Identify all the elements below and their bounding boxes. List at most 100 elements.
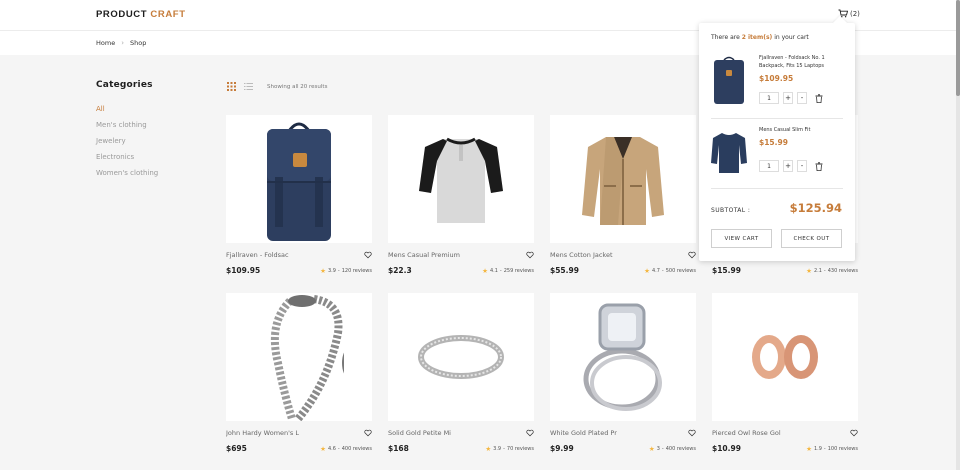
- trash-icon[interactable]: [815, 93, 823, 103]
- heart-icon[interactable]: [526, 429, 534, 437]
- decrement-button[interactable]: -: [797, 92, 807, 104]
- product-rating: ★ 4.7 - 500 reviews: [644, 266, 696, 275]
- product-image-jacket[interactable]: [550, 115, 696, 243]
- subtotal-label: SUBTOTAL :: [711, 207, 751, 214]
- product-card[interactable]: Mens Casual Premium $22.3 ★ 4.1 - 259 re…: [388, 115, 534, 275]
- product-name[interactable]: Mens Cotton Jacket: [550, 251, 613, 259]
- product-card[interactable]: Pierced Owl Rose Gol $10.99 ★ 1.9 - 100 …: [712, 293, 858, 453]
- heart-icon[interactable]: [364, 251, 372, 259]
- product-card[interactable]: Mens Cotton Jacket $55.99 ★ 4.7 - 500 re…: [550, 115, 696, 275]
- page-scrollbar[interactable]: [956, 0, 960, 470]
- review-count: 70 reviews: [506, 445, 534, 452]
- checkout-button[interactable]: CHECK OUT: [781, 229, 842, 248]
- product-image-raglan-shirt[interactable]: [388, 115, 534, 243]
- scrollbar-thumb[interactable]: [956, 0, 960, 96]
- brand-logo[interactable]: PRODUCT CRAFT: [96, 9, 186, 20]
- star-icon: ★: [644, 266, 650, 275]
- heart-icon[interactable]: [364, 429, 372, 437]
- rating-value: 3.9: [493, 445, 502, 452]
- increment-button[interactable]: +: [783, 160, 793, 172]
- subtotal-value: $125.94: [789, 201, 842, 215]
- product-price: $15.99: [712, 266, 741, 275]
- cart-item: Mens Casual Slim Fit $15.99 1 + -: [711, 127, 843, 181]
- product-name[interactable]: John Hardy Women's L: [226, 429, 299, 437]
- product-image-backpack[interactable]: [226, 115, 372, 243]
- product-rating: ★ 1.9 - 100 reviews: [806, 444, 858, 453]
- increment-button[interactable]: +: [783, 92, 793, 104]
- rating-value: 3: [656, 445, 660, 452]
- star-icon: ★: [806, 266, 812, 275]
- category-electronics[interactable]: Electronics: [96, 149, 158, 165]
- product-price: $695: [226, 444, 247, 453]
- product-name[interactable]: Fjallraven - Foldsac: [226, 251, 289, 259]
- product-image-diamond-ring[interactable]: [550, 293, 696, 421]
- quantity-value[interactable]: 1: [759, 92, 779, 104]
- product-image-plugs[interactable]: [712, 293, 858, 421]
- review-count: 259 reviews: [503, 267, 534, 274]
- chevron-right-icon: ›: [121, 39, 125, 47]
- star-icon: ★: [320, 266, 326, 275]
- cart-item-image-backpack: [711, 55, 747, 105]
- product-rating: ★ 4.1 - 259 reviews: [482, 266, 534, 275]
- view-toolbar: Showing all 20 results: [227, 82, 327, 91]
- review-count: 400 reviews: [665, 445, 696, 452]
- breadcrumb-current: Shop: [130, 39, 147, 47]
- product-image-ring[interactable]: [388, 293, 534, 421]
- cart-item-image-shirt: [711, 127, 747, 177]
- list-view-icon[interactable]: [244, 82, 253, 91]
- star-icon: ★: [648, 444, 655, 453]
- rating-value: 4.1: [489, 267, 498, 274]
- cart-item: Fjallraven - Foldsack No. 1 Backpack, Fi…: [711, 55, 843, 109]
- product-name[interactable]: Pierced Owl Rose Gol: [712, 429, 781, 437]
- product-card[interactable]: White Gold Plated Pr $9.99 ★ 3 - 400 rev…: [550, 293, 696, 453]
- product-price: $168: [388, 444, 409, 453]
- product-image-bracelet[interactable]: [226, 293, 372, 421]
- star-icon: ★: [485, 444, 492, 453]
- view-cart-button[interactable]: VIEW CART: [711, 229, 772, 248]
- breadcrumb: Home › Shop: [96, 39, 146, 47]
- category-mens-clothing[interactable]: Men's clothing: [96, 117, 158, 133]
- logo-primary: PRODUCT: [96, 9, 148, 20]
- breadcrumb-home[interactable]: Home: [96, 39, 115, 47]
- rating-value: 4.7: [651, 267, 660, 274]
- review-count: 430 reviews: [827, 267, 858, 274]
- product-card[interactable]: John Hardy Women's L $695 ★ 4.6 - 400 re…: [226, 293, 372, 453]
- quantity-value[interactable]: 1: [759, 160, 779, 172]
- product-rating: ★ 2.1 - 430 reviews: [806, 266, 858, 275]
- cart-summary-message: There are 2 item(s) in your cart: [711, 34, 809, 41]
- category-womens-clothing[interactable]: Women's clothing: [96, 165, 158, 181]
- category-jewelery[interactable]: Jewelery: [96, 133, 158, 149]
- heart-icon[interactable]: [526, 251, 534, 259]
- product-card[interactable]: Fjallraven - Foldsac $109.95 ★ 3.9 - 120…: [226, 115, 372, 275]
- category-sidebar: Categories All Men's clothing Jewelery E…: [96, 80, 158, 181]
- cart-divider: [711, 118, 843, 119]
- product-rating: ★ 3 - 400 reviews: [648, 444, 696, 453]
- product-card[interactable]: Solid Gold Petite Mi $168 ★ 3.9 - 70 rev…: [388, 293, 534, 453]
- heart-icon[interactable]: [688, 251, 696, 259]
- rating-value: 4.6: [327, 445, 336, 452]
- heart-icon[interactable]: [850, 429, 858, 437]
- cart-item-title[interactable]: Fjallraven - Foldsack No. 1 Backpack, Fi…: [759, 55, 843, 70]
- product-name[interactable]: Mens Casual Premium: [388, 251, 460, 259]
- product-price: $22.3: [388, 266, 412, 275]
- product-name[interactable]: White Gold Plated Pr: [550, 429, 617, 437]
- product-rating: ★ 3.9 - 70 reviews: [485, 444, 534, 453]
- star-icon: ★: [320, 444, 326, 453]
- logo-accent: CRAFT: [150, 9, 186, 20]
- category-all[interactable]: All: [96, 101, 158, 117]
- decrement-button[interactable]: -: [797, 160, 807, 172]
- cart-item-price: $109.95: [759, 74, 794, 83]
- review-count: 400 reviews: [341, 445, 372, 452]
- product-name[interactable]: Solid Gold Petite Mi: [388, 429, 451, 437]
- star-icon: ★: [482, 266, 488, 275]
- product-price: $10.99: [712, 444, 741, 453]
- grid-view-icon[interactable]: [227, 82, 236, 91]
- cart-item-title[interactable]: Mens Casual Slim Fit: [759, 127, 843, 135]
- rating-value: 2.1: [813, 267, 822, 274]
- rating-value: 3.9: [327, 267, 336, 274]
- trash-icon[interactable]: [815, 161, 823, 171]
- heart-icon[interactable]: [688, 429, 696, 437]
- product-price: $109.95: [226, 266, 261, 275]
- product-rating: ★ 4.6 - 400 reviews: [320, 444, 372, 453]
- quantity-stepper: 1 + -: [759, 160, 823, 172]
